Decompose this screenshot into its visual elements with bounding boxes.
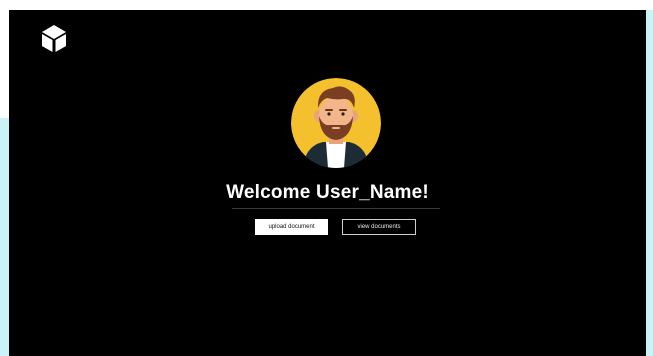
- divider: [232, 208, 440, 209]
- main-screen: Welcome User_Name! upload document view …: [9, 10, 646, 356]
- user-avatar-icon: [291, 78, 381, 168]
- welcome-heading: Welcome User_Name!: [226, 182, 429, 203]
- upload-document-button[interactable]: upload document: [255, 219, 328, 235]
- page-frame: Welcome User_Name! upload document view …: [0, 0, 653, 356]
- cube-icon[interactable]: [40, 24, 68, 54]
- left-accent-strip: [0, 118, 9, 356]
- view-documents-button[interactable]: view documents: [342, 219, 416, 235]
- avatar: [291, 78, 381, 168]
- right-accent-strip: [646, 10, 653, 356]
